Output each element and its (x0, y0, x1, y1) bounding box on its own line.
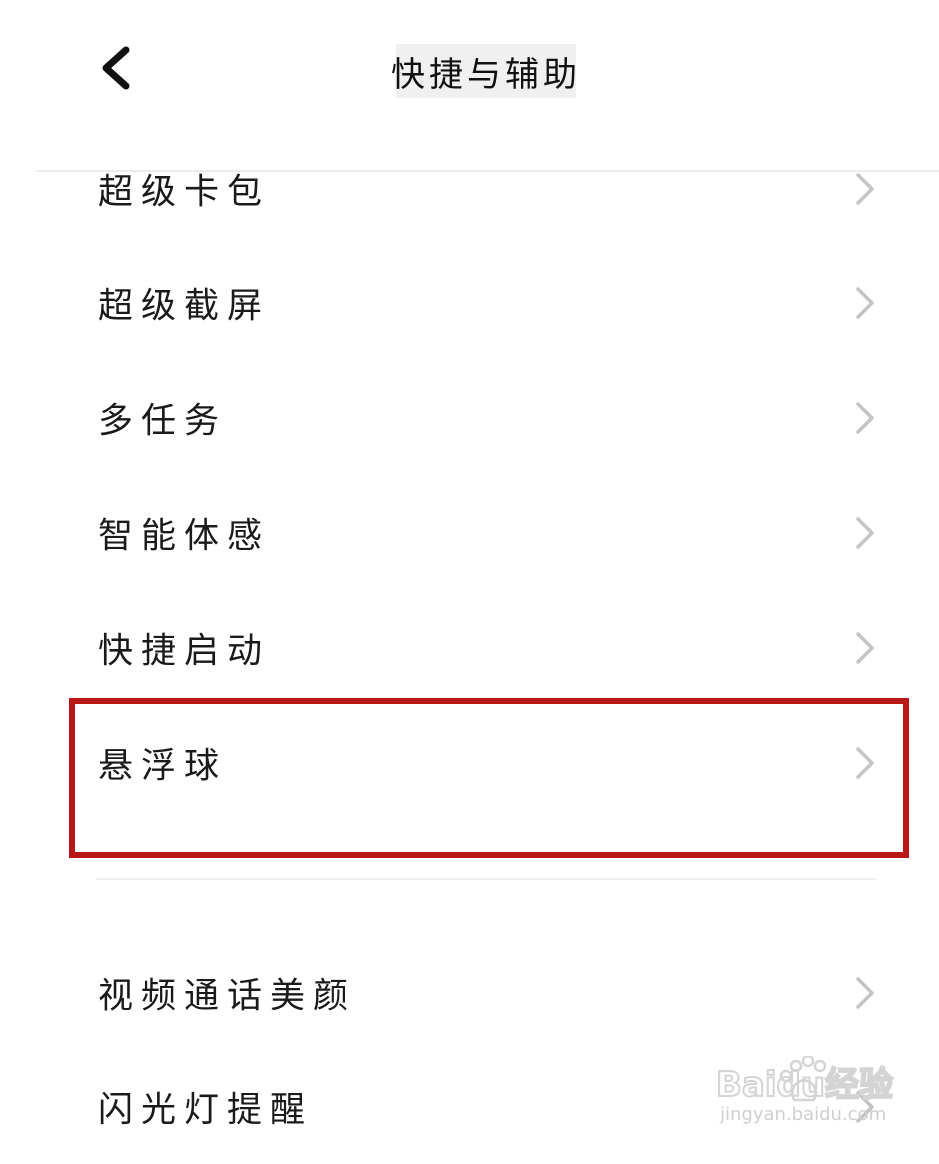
list-item-smart-motion[interactable]: 智能体感 (0, 476, 939, 590)
page-title-wrap: 快捷与辅助 (391, 44, 577, 98)
section-divider (96, 878, 876, 880)
list-item-label: 超级截屏 (98, 286, 271, 327)
page-title: 快捷与辅助 (391, 54, 581, 95)
chevron-left-icon (102, 46, 130, 90)
list-item-label: 智能体感 (98, 516, 271, 557)
list-item-multitask[interactable]: 多任务 (0, 361, 939, 475)
list-item-label: 超级卡包 (98, 172, 271, 213)
list-item-label: 悬浮球 (98, 746, 228, 787)
list-item-quick-launch[interactable]: 快捷启动 (0, 591, 939, 705)
list-item-label: 多任务 (98, 401, 228, 442)
list-item-label: 快捷启动 (98, 631, 271, 672)
list-item-video-call-beauty[interactable]: 视频通话美颜 (0, 936, 939, 1050)
settings-page: 快捷与辅助 超级卡包 超级截屏 多任务 智能体感 快捷启动 悬浮球 视频通话美颜… (0, 0, 939, 1147)
back-button[interactable] (88, 40, 144, 96)
chevron-right-icon (852, 975, 878, 1011)
list-item-label: 视频通话美颜 (98, 976, 357, 1017)
chevron-right-icon (852, 745, 878, 781)
chevron-right-icon (852, 400, 878, 436)
chevron-right-icon (852, 1089, 878, 1125)
chevron-right-icon (852, 171, 878, 207)
chevron-right-icon (852, 285, 878, 321)
chevron-right-icon (852, 630, 878, 666)
list-item-floating-ball[interactable]: 悬浮球 (0, 706, 939, 820)
list-item-super-card-wallet[interactable]: 超级卡包 (0, 132, 939, 246)
chevron-right-icon (852, 515, 878, 551)
list-item-label: 闪光灯提醒 (98, 1090, 314, 1131)
list-item-super-screenshot[interactable]: 超级截屏 (0, 246, 939, 360)
